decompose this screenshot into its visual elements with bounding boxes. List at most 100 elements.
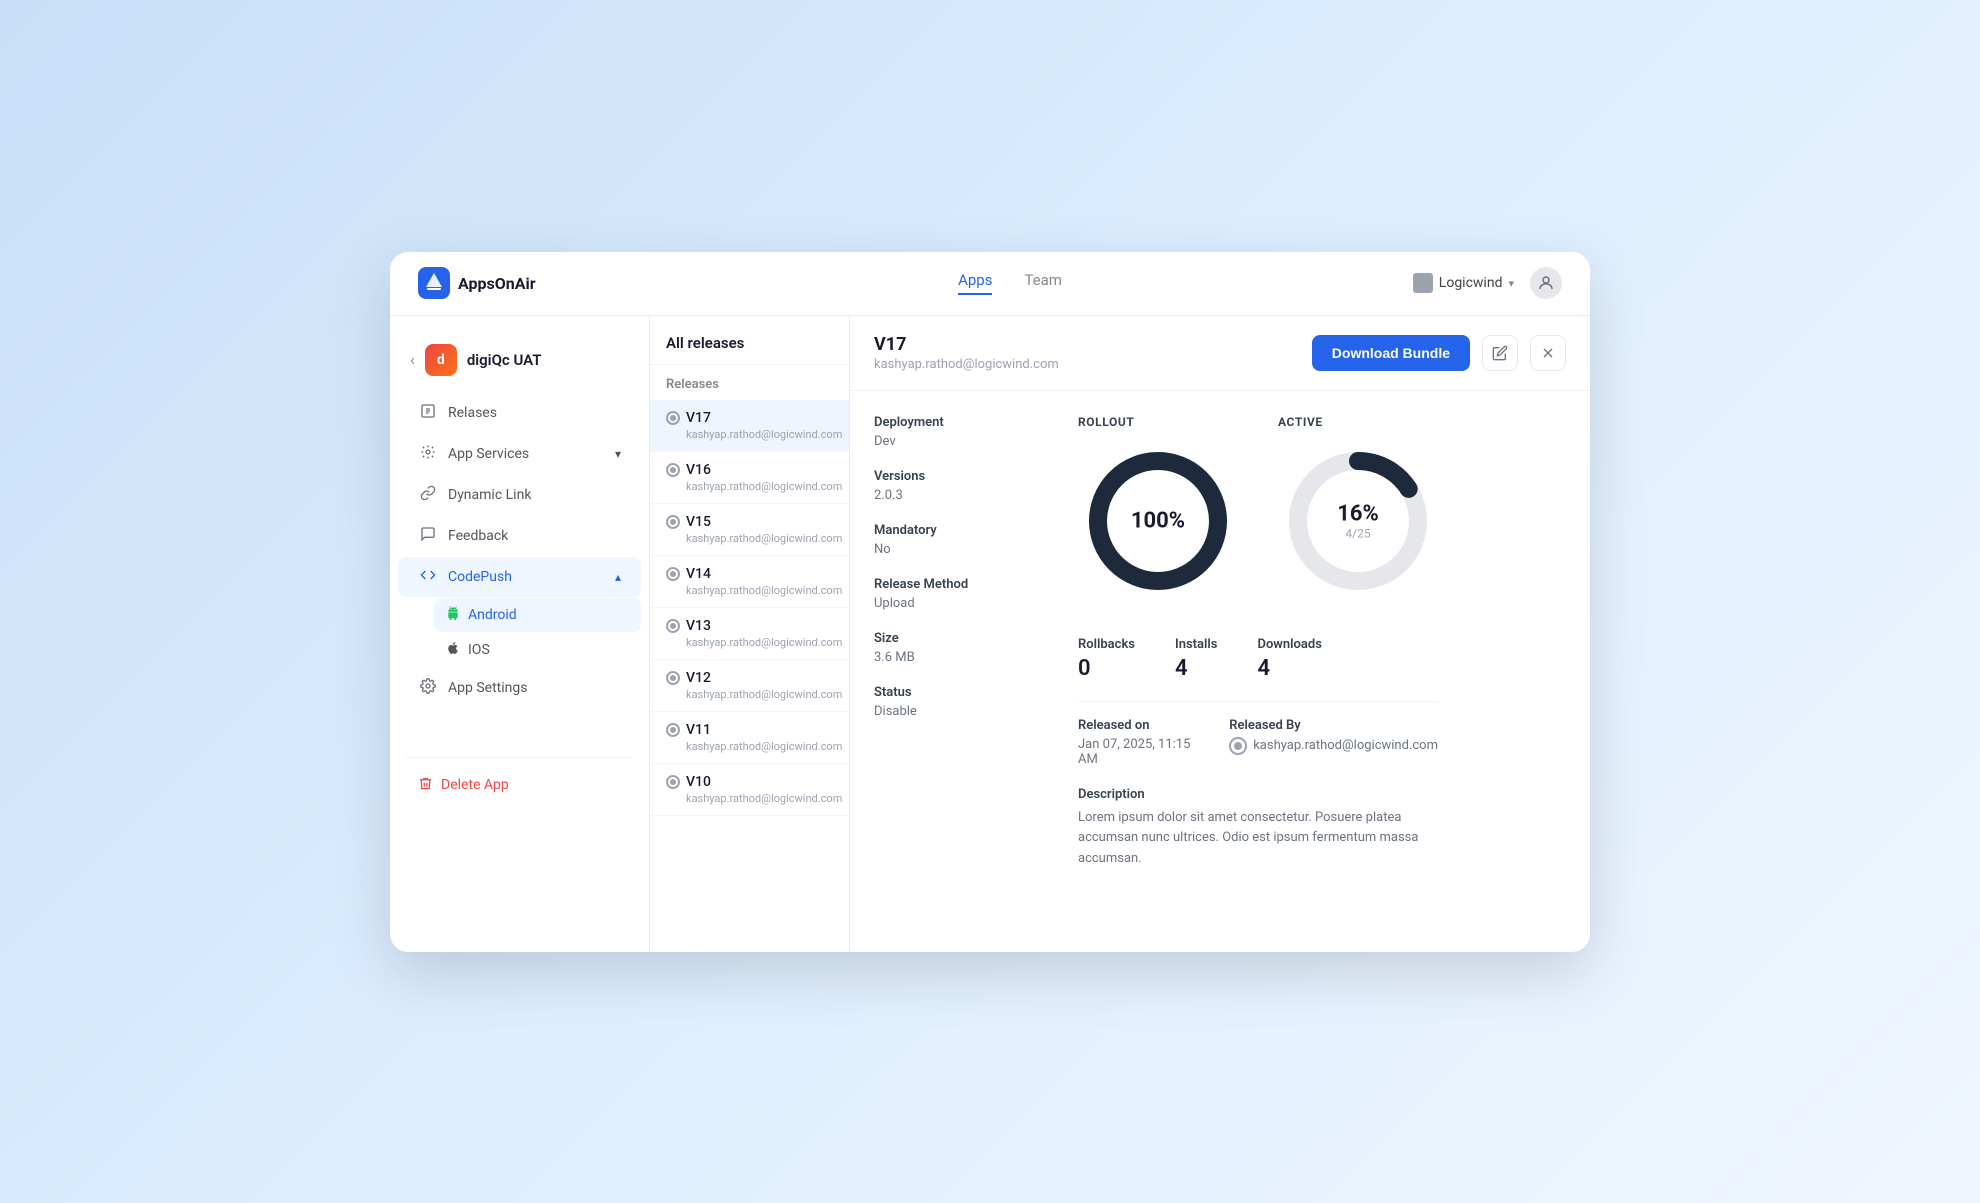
release-dot (666, 515, 680, 529)
size-value: 3.6 MB (874, 650, 1054, 665)
active-donut: 16% 4/25 (1278, 441, 1438, 601)
release-email: kashyap.rathod@logicwind.com (666, 740, 833, 753)
app-avatar: d (425, 344, 457, 376)
size-label: Size (874, 631, 1054, 646)
sidebar: ‹ d digiQc UAT Relases (390, 316, 650, 952)
detail-email: kashyap.rathod@logicwind.com (874, 357, 1300, 372)
app-services-arrow: ▾ (615, 447, 621, 461)
status-item: Status Disable (874, 685, 1054, 719)
delete-app-label: Delete App (441, 777, 509, 793)
detail-version: V17 (874, 334, 1300, 355)
detail-header: V17 kashyap.rathod@logicwind.com Downloa… (850, 316, 1590, 391)
releases-label-text: Releases (666, 377, 719, 392)
released-on-item: Released on Jan 07, 2025, 11:15 AM (1078, 718, 1213, 767)
android-label: Android (468, 607, 517, 623)
release-email: kashyap.rathod@logicwind.com (666, 480, 833, 493)
tab-apps[interactable]: Apps (958, 271, 992, 295)
user-icon[interactable] (1530, 267, 1562, 299)
mandatory-item: Mandatory No (874, 523, 1054, 557)
release-email: kashyap.rathod@logicwind.com (666, 428, 833, 441)
release-version: V11 (686, 722, 711, 738)
release-method-label: Release Method (874, 577, 1054, 592)
logo-icon (418, 267, 450, 299)
detail-title-area: V17 kashyap.rathod@logicwind.com (874, 334, 1300, 372)
sidebar-dynamic-link-label: Dynamic Link (448, 487, 531, 503)
sidebar-item-codepush[interactable]: CodePush ▴ (398, 557, 641, 597)
installs-value: 4 (1175, 656, 1217, 681)
release-item[interactable]: V10 kashyap.rathod@logicwind.com (650, 764, 849, 816)
sidebar-item-relases[interactable]: Relases (398, 393, 641, 433)
releases-section-label: Releases (650, 365, 849, 400)
release-dot (666, 775, 680, 789)
sidebar-back-header[interactable]: ‹ d digiQc UAT (390, 336, 649, 392)
release-item[interactable]: V15 kashyap.rathod@logicwind.com (650, 504, 849, 556)
released-by-avatar (1229, 737, 1247, 755)
sidebar-item-app-settings[interactable]: App Settings (398, 668, 641, 708)
sidebar-app-services-label: App Services (448, 446, 529, 462)
release-item[interactable]: V13 kashyap.rathod@logicwind.com (650, 608, 849, 660)
release-version: V17 (686, 410, 711, 426)
org-selector[interactable]: Logicwind ▾ (1413, 273, 1514, 293)
active-sub: 4/25 (1337, 526, 1379, 540)
active-chart-section: ACTIVE 16% 4/25 (1278, 415, 1438, 601)
downloads-stat: Downloads 4 (1257, 637, 1321, 681)
all-releases-header: All releases (650, 316, 849, 365)
chevron-down-icon: ▾ (1508, 277, 1514, 290)
status-value: Disable (874, 704, 1054, 719)
donut-charts: ROLLOUT 100% (1078, 415, 1438, 601)
released-by-value: kashyap.rathod@logicwind.com (1253, 738, 1438, 753)
download-bundle-button[interactable]: Download Bundle (1312, 335, 1470, 371)
sidebar-item-dynamic-link[interactable]: Dynamic Link (398, 475, 641, 515)
main-content: ‹ d digiQc UAT Relases (390, 316, 1590, 952)
release-version: V10 (686, 774, 711, 790)
deployment-item: Deployment Dev (874, 415, 1054, 449)
ios-label: IOS (468, 642, 490, 658)
content-area: All releases Releases V17 kashyap.rathod… (650, 316, 1590, 952)
logo-text: AppsOnAir (458, 274, 536, 293)
sidebar-item-android[interactable]: Android (434, 598, 641, 632)
status-label: Status (874, 685, 1054, 700)
edit-button[interactable] (1482, 335, 1518, 371)
release-method-value: Upload (874, 596, 1054, 611)
rollbacks-stat: Rollbacks 0 (1078, 637, 1135, 681)
rollout-title: ROLLOUT (1078, 415, 1134, 429)
released-by-label: Released By (1229, 718, 1438, 733)
sidebar-item-ios[interactable]: IOS (434, 633, 641, 667)
logo-area: AppsOnAir (418, 267, 638, 299)
close-button[interactable] (1530, 335, 1566, 371)
relases-icon (418, 403, 438, 423)
release-email: kashyap.rathod@logicwind.com (666, 792, 833, 805)
all-releases-title: All releases (666, 334, 744, 352)
ios-icon (446, 641, 460, 659)
release-item[interactable]: V11 kashyap.rathod@logicwind.com (650, 712, 849, 764)
sidebar-item-app-services[interactable]: App Services ▾ (398, 434, 641, 474)
sidebar-app-settings-label: App Settings (448, 680, 527, 696)
release-item[interactable]: V14 kashyap.rathod@logicwind.com (650, 556, 849, 608)
release-item[interactable]: V17 kashyap.rathod@logicwind.com (650, 400, 849, 452)
nav-tabs: Apps Team (638, 271, 1382, 295)
delete-app-button[interactable]: Delete App (398, 766, 641, 805)
downloads-label: Downloads (1257, 637, 1321, 652)
sidebar-sub-items: Android IOS (390, 598, 649, 667)
charts-section: ROLLOUT 100% (1078, 415, 1438, 870)
versions-item: Versions 2.0.3 (874, 469, 1054, 503)
tab-team[interactable]: Team (1024, 271, 1062, 295)
detail-panel: V17 kashyap.rathod@logicwind.com Downloa… (850, 316, 1590, 952)
release-info-grid: Released on Jan 07, 2025, 11:15 AM Relea… (1078, 718, 1438, 767)
sidebar-codepush-label: CodePush (448, 569, 512, 585)
release-item[interactable]: V16 kashyap.rathod@logicwind.com (650, 452, 849, 504)
sidebar-relases-label: Relases (448, 405, 497, 421)
release-info-section: Released on Jan 07, 2025, 11:15 AM Relea… (1078, 701, 1438, 767)
release-dot (666, 567, 680, 581)
release-item[interactable]: V12 kashyap.rathod@logicwind.com (650, 660, 849, 712)
feedback-icon (418, 526, 438, 546)
release-method-item: Release Method Upload (874, 577, 1054, 611)
deployment-value: Dev (874, 434, 1054, 449)
release-dot (666, 619, 680, 633)
app-settings-icon (418, 678, 438, 698)
released-by-item: Released By kashyap.rathod@logicwind.com (1229, 718, 1438, 767)
release-email: kashyap.rathod@logicwind.com (666, 532, 833, 545)
versions-value: 2.0.3 (874, 488, 1054, 503)
codepush-icon (418, 567, 438, 587)
sidebar-item-feedback[interactable]: Feedback (398, 516, 641, 556)
